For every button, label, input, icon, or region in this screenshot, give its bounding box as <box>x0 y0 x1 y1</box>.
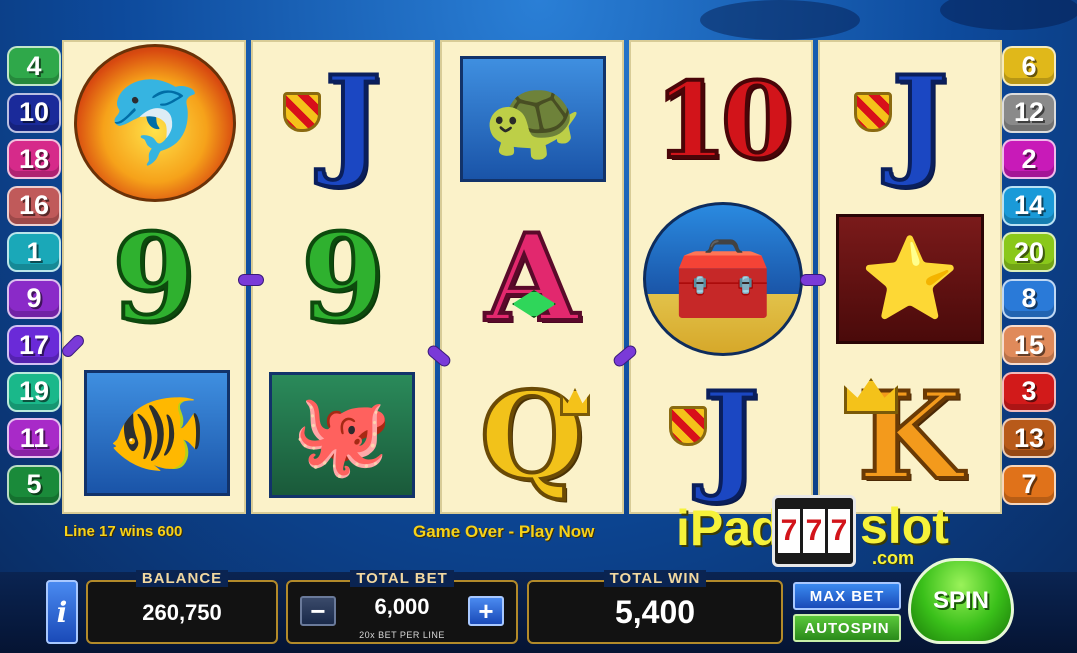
payline-3-marker[interactable]: 3 <box>1002 371 1056 412</box>
octopus-icon: 🐙 <box>292 388 392 481</box>
payline-20-marker[interactable]: 20 <box>1002 232 1056 272</box>
fish-icon: 🐠 <box>107 386 207 479</box>
starfish-symbol: ⭐ <box>836 214 984 344</box>
payline-2-marker[interactable]: 2 <box>1002 139 1056 179</box>
bet-per-line-caption: 20x BET PER LINE <box>359 630 445 640</box>
balance-title: BALANCE <box>135 570 229 587</box>
shield-icon <box>283 92 321 132</box>
total-bet-title: TOTAL BET <box>350 570 454 587</box>
starfish-icon: ⭐ <box>860 232 960 325</box>
reel-3-cell-2: A <box>442 200 622 358</box>
reel-3: 🐢 A Q <box>440 40 624 514</box>
watermark-right: slot <box>860 498 949 554</box>
reel-4-cell-2: 🧰 <box>631 200 811 358</box>
reel-5-cell-2: ⭐ <box>820 200 1000 358</box>
shield-icon <box>669 406 707 446</box>
payline-9-marker[interactable]: 9 <box>7 278 61 319</box>
autospin-button[interactable]: AUTOSPIN <box>793 614 901 642</box>
fish-symbol: 🐠 <box>84 370 230 496</box>
reel-3-cell-3: Q <box>442 358 622 516</box>
total-win-title: TOTAL WIN <box>603 570 707 587</box>
reel-4: 10 🧰 J <box>629 40 813 514</box>
payline-8-marker[interactable]: 8 <box>1002 278 1056 319</box>
jack-symbol: J <box>890 50 951 191</box>
payline-connector <box>800 274 826 286</box>
reel-2-cell-2: 9 <box>253 200 433 358</box>
increase-bet-button[interactable]: + <box>468 596 504 626</box>
nine-symbol: 9 <box>299 208 386 349</box>
spin-button[interactable]: SPIN <box>908 558 1014 644</box>
ten-symbol: 10 <box>653 59 796 182</box>
nine-symbol: 9 <box>110 208 197 349</box>
watermark-reel: 7 <box>803 509 825 553</box>
reel-1-cell-3: 🐠 <box>64 358 244 516</box>
payline-13-marker[interactable]: 13 <box>1002 418 1056 458</box>
reels-area: 🐬 9 🐠 J 9 🐙 🐢 A Q 10 🧰 J J ⭐ K <box>62 40 1002 514</box>
background-dolphin <box>700 0 860 40</box>
octopus-symbol: 🐙 <box>269 372 415 498</box>
reel-3-cell-1: 🐢 <box>442 42 622 200</box>
payline-6-marker[interactable]: 6 <box>1002 46 1056 86</box>
payline-14-marker[interactable]: 14 <box>1002 185 1056 226</box>
reel-5: J ⭐ K <box>818 40 1002 514</box>
dolphin-symbol: 🐬 <box>74 44 236 202</box>
payline-connector <box>238 274 264 286</box>
reel-2-cell-3: 🐙 <box>253 358 433 516</box>
reel-1-cell-1: 🐬 <box>64 42 244 202</box>
watermark-reel: 7 <box>778 509 800 553</box>
win-line-text: Line 17 wins 600 <box>64 523 183 540</box>
info-button[interactable]: i <box>46 580 78 644</box>
total-bet-panel: TOTAL BET − 6,000 + 20x BET PER LINE <box>286 570 518 644</box>
payline-15-marker[interactable]: 15 <box>1002 325 1056 365</box>
payline-17-marker[interactable]: 17 <box>7 325 61 365</box>
payline-4-marker[interactable]: 4 <box>7 46 61 86</box>
game-message: Game Over - Play Now <box>413 522 595 541</box>
reel-2-cell-1: J <box>253 42 433 200</box>
shield-icon <box>854 92 892 132</box>
ace-symbol: A <box>483 208 580 349</box>
watermark-reel: 7 <box>828 509 850 553</box>
payline-10-marker[interactable]: 10 <box>7 92 61 133</box>
turtle-symbol: 🐢 <box>460 56 606 182</box>
turtle-icon: 🐢 <box>483 72 583 165</box>
watermark-suffix: .com <box>872 548 915 568</box>
dolphin-icon: 🐬 <box>105 76 205 169</box>
jack-symbol: J <box>323 50 384 191</box>
payline-18-marker[interactable]: 18 <box>7 139 61 179</box>
reel-5-cell-1: J <box>820 42 1000 200</box>
reel-1: 🐬 9 🐠 <box>62 40 246 514</box>
balance-value: 260,750 <box>142 600 222 625</box>
payline-19-marker[interactable]: 19 <box>7 371 61 412</box>
max-bet-button[interactable]: MAX BET <box>793 582 901 610</box>
ipad-slot-watermark: iPad 7 7 7 slot .com <box>676 493 966 571</box>
jack-symbol: J <box>701 366 762 507</box>
treasure-chest-symbol: 🧰 <box>643 202 803 356</box>
payline-1-marker[interactable]: 1 <box>7 232 61 272</box>
reel-2: J 9 🐙 <box>251 40 435 514</box>
total-win-panel: TOTAL WIN 5,400 <box>527 570 783 644</box>
slot-machine-icon: 7 7 7 <box>772 495 856 567</box>
payline-16-marker[interactable]: 16 <box>7 185 61 226</box>
total-win-value: 5,400 <box>614 594 696 630</box>
queen-symbol: Q <box>478 366 587 507</box>
payline-5-marker[interactable]: 5 <box>7 464 61 505</box>
reel-1-cell-2: 9 <box>64 200 244 358</box>
payline-12-marker[interactable]: 12 <box>1002 92 1056 133</box>
balance-panel: BALANCE 260,750 <box>86 570 278 644</box>
watermark-left: iPad <box>676 500 782 556</box>
background-dolphin <box>940 0 1077 30</box>
reel-4-cell-1: 10 <box>631 42 811 200</box>
payline-7-marker[interactable]: 7 <box>1002 464 1056 505</box>
treasure-chest-icon: 🧰 <box>673 232 773 325</box>
payline-11-marker[interactable]: 11 <box>7 418 61 458</box>
